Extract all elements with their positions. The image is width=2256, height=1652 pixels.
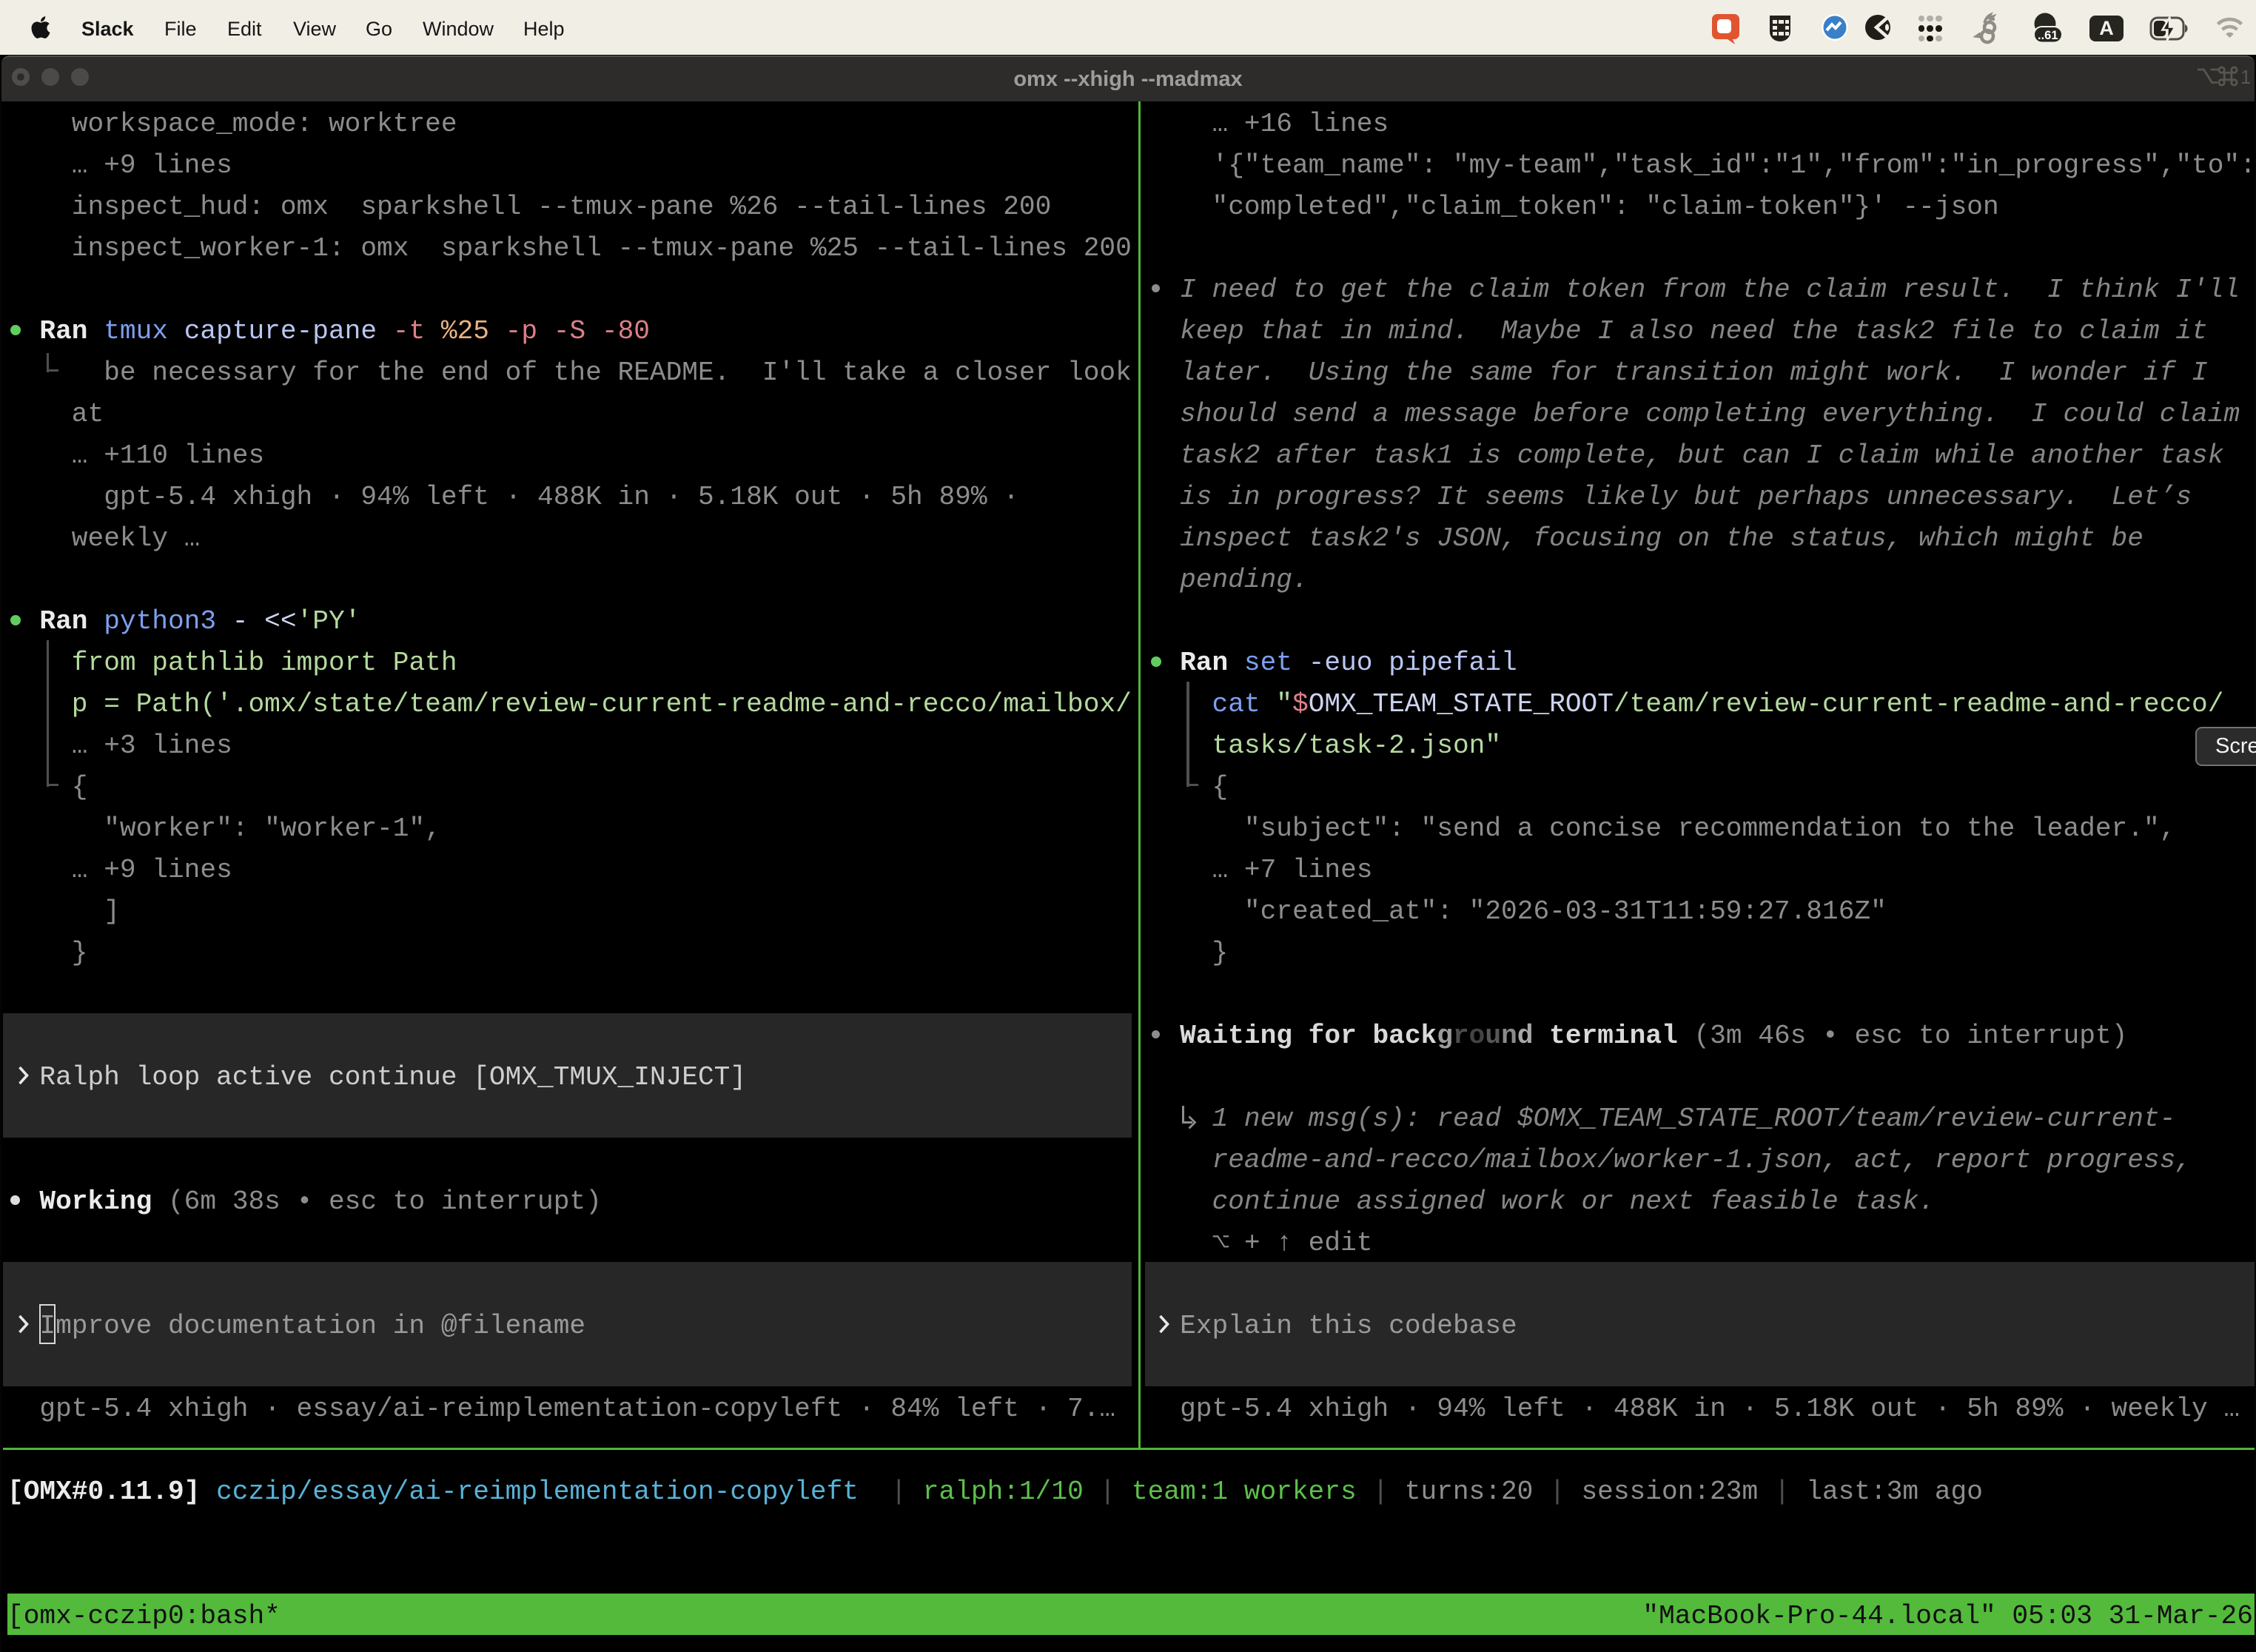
svg-text:1: 1 bbox=[2240, 66, 2250, 88]
svg-text:..61: ..61 bbox=[2038, 29, 2058, 42]
